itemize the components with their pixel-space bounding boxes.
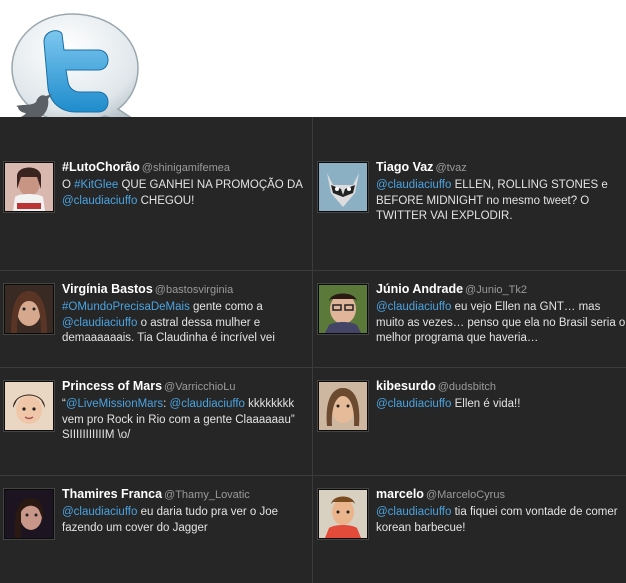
- avatar[interactable]: [318, 162, 368, 212]
- tweet-author-handle[interactable]: @shinigamifemea: [142, 162, 230, 174]
- tweet-author-handle[interactable]: @tvaz: [435, 162, 466, 174]
- tweet-author-name[interactable]: Thamires Franca: [62, 487, 162, 501]
- avatar[interactable]: [4, 489, 54, 539]
- avatar[interactable]: [4, 381, 54, 431]
- row-divider: [0, 367, 312, 368]
- avatar[interactable]: [4, 284, 54, 334]
- mention-link[interactable]: @claudiaciuffo: [170, 398, 245, 410]
- mention-link[interactable]: @claudiaciuffo: [376, 398, 451, 410]
- tweet-text: #OMundoPrecisaDeMais gente como a @claud…: [62, 301, 275, 344]
- row-divider: [313, 367, 626, 368]
- tweet-author-name[interactable]: Tiago Vaz: [376, 160, 433, 174]
- avatar[interactable]: [4, 162, 54, 212]
- avatar[interactable]: [318, 489, 368, 539]
- tweet-author-name[interactable]: kibesurdo: [376, 379, 436, 393]
- tweet-author-handle[interactable]: @Thamy_Lovatic: [164, 489, 250, 501]
- tweet-author-handle[interactable]: @MarceloCyrus: [426, 489, 505, 501]
- tweet-author-name[interactable]: Princess of Mars: [62, 379, 162, 393]
- row-divider: [0, 270, 626, 271]
- hashtag-link[interactable]: #KitGlee: [74, 179, 118, 191]
- tweet-author-handle[interactable]: @bastosvirginia: [155, 284, 233, 296]
- avatar[interactable]: [318, 381, 368, 431]
- tweet-author-handle[interactable]: @dudsbitch: [438, 381, 496, 393]
- row-divider: [0, 475, 312, 476]
- mention-link[interactable]: @claudiaciuffo: [62, 195, 137, 207]
- tweet-author-handle[interactable]: @VarricchioLu: [164, 381, 236, 393]
- mention-link[interactable]: @claudiaciuffo: [376, 506, 451, 518]
- hashtag-link[interactable]: #OMundoPrecisaDeMais: [62, 301, 190, 313]
- tweet-text: @claudiaciuffo eu vejo Ellen na GNT… mas…: [376, 301, 626, 344]
- avatar[interactable]: [318, 284, 368, 334]
- tweet-text: @claudiaciuffo eu daria tudo pra ver o J…: [62, 506, 279, 534]
- column-divider: [312, 117, 313, 583]
- mention-link[interactable]: @claudiaciuffo: [376, 179, 451, 191]
- tweet-text: O #KitGlee QUE GANHEI NA PROMOÇÃO DA @cl…: [62, 179, 303, 207]
- tweet-text: @claudiaciuffo tia fiquei com vontade de…: [376, 506, 618, 534]
- tweet-author-handle[interactable]: @Junio_Tk2: [465, 284, 527, 296]
- tweet-text: “@LiveMissionMars: @claudiaciuffo kkkkkk…: [62, 398, 295, 441]
- row-divider: [313, 475, 626, 476]
- mention-link[interactable]: @LiveMissionMars: [66, 398, 163, 410]
- tweet-text: @claudiaciuffo ELLEN, ROLLING STONES e B…: [376, 179, 608, 222]
- mention-link[interactable]: @claudiaciuffo: [376, 301, 451, 313]
- tweet-author-name[interactable]: #LutoChorão: [62, 160, 140, 174]
- mention-link[interactable]: @claudiaciuffo: [62, 317, 137, 329]
- tweet-author-name[interactable]: Júnio Andrade: [376, 282, 463, 296]
- tweet-wall: #LutoChorão @shinigamifemea O #KitGlee QU…: [0, 117, 626, 583]
- tweet-text: @claudiaciuffo Ellen é vida!!: [376, 398, 521, 410]
- mention-link[interactable]: @claudiaciuffo: [62, 506, 137, 518]
- tweet-author-name[interactable]: Virgínia Bastos: [62, 282, 153, 296]
- tweet-author-name[interactable]: marcelo: [376, 487, 424, 501]
